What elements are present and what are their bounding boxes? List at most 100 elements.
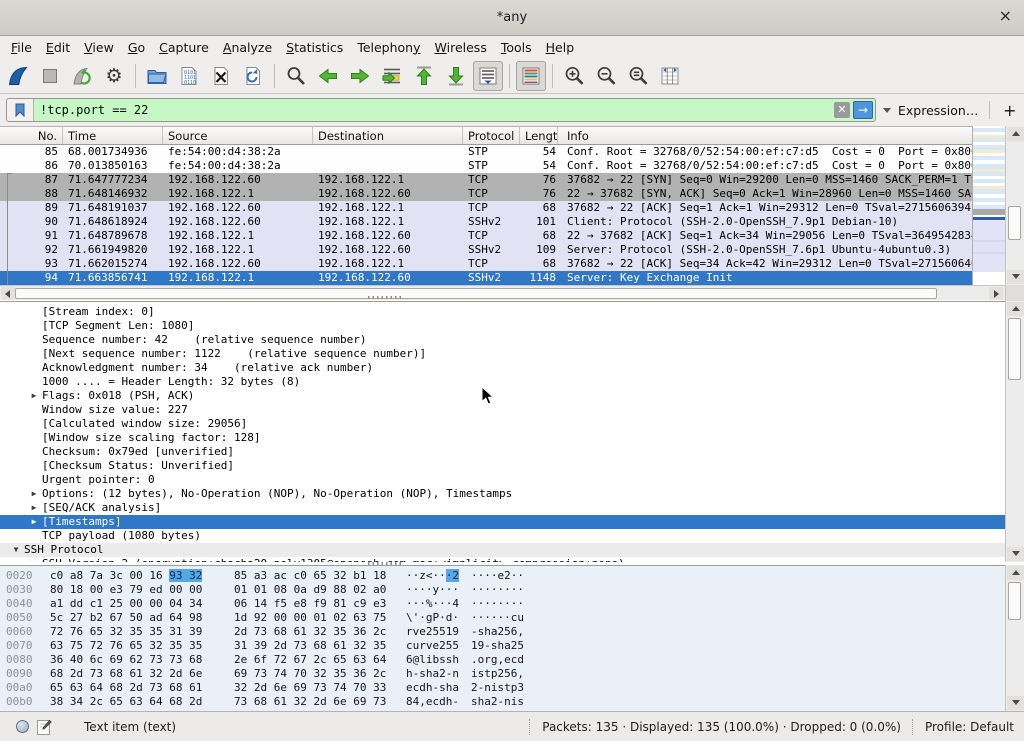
column-header-dst[interactable]: Destination <box>313 127 463 144</box>
menu-go[interactable]: Go <box>121 38 152 57</box>
capture-comment-icon[interactable] <box>37 719 52 735</box>
menu-analyze[interactable]: Analyze <box>216 38 279 57</box>
packet-row-90[interactable]: 9071.648618924192.168.122.60192.168.122.… <box>0 215 972 229</box>
title-bar[interactable]: *any × <box>0 0 1024 36</box>
hex-row-0020[interactable]: 0020c0 a8 7a 3c 00 16 93 3285 a3 ac c0 6… <box>0 569 1005 583</box>
scroll-down-icon[interactable] <box>1007 696 1024 710</box>
detail-line[interactable]: [Stream index: 0] <box>0 305 1005 319</box>
scroll-left-icon[interactable] <box>1 287 15 300</box>
close-file-button[interactable] <box>206 61 236 91</box>
filter-bookmark-button[interactable] <box>7 99 34 121</box>
filter-history-dropdown-icon[interactable] <box>883 108 891 113</box>
menu-help[interactable]: Help <box>539 38 582 57</box>
expander-closed-icon[interactable]: ▶ <box>26 515 42 529</box>
detail-line[interactable]: Acknowledgment number: 34 (relative ack … <box>0 361 1005 375</box>
packet-row-87[interactable]: 8771.647777234192.168.122.60192.168.122.… <box>0 173 972 187</box>
menu-edit[interactable]: Edit <box>39 38 77 57</box>
hex-row-0060[interactable]: 006072 76 65 32 35 35 31 392d 73 68 61 3… <box>0 625 1005 639</box>
zoom-original-button[interactable] <box>623 61 653 91</box>
expert-info-icon[interactable] <box>16 720 29 733</box>
packet-list-minimap[interactable] <box>972 126 1005 285</box>
resize-columns-button[interactable] <box>655 61 685 91</box>
hex-row-00a0[interactable]: 00a065 63 64 68 2d 73 68 6132 2d 6e 69 7… <box>0 681 1005 695</box>
packet-row-88[interactable]: 8871.648146932192.168.122.1192.168.122.6… <box>0 187 972 201</box>
hex-row-00b0[interactable]: 00b038 34 2c 65 63 64 68 2d73 68 61 32 2… <box>0 695 1005 709</box>
auto-scroll-button[interactable] <box>473 61 503 91</box>
column-header-time[interactable]: Time <box>63 127 163 144</box>
menu-wireless[interactable]: Wireless <box>428 38 494 57</box>
scroll-up-icon[interactable] <box>1007 302 1024 316</box>
detail-line[interactable]: [Checksum Status: Unverified] <box>0 459 1005 473</box>
packet-row-91[interactable]: 9171.648789678192.168.122.1192.168.122.6… <box>0 229 972 243</box>
scroll-right-icon[interactable] <box>989 287 1003 300</box>
hex-row-0070[interactable]: 007063 75 72 76 65 32 35 3531 39 2d 73 6… <box>0 639 1005 653</box>
capture-options-button[interactable]: ⚙ <box>99 61 129 91</box>
menu-view[interactable]: View <box>77 38 121 57</box>
scroll-up-icon[interactable] <box>1007 127 1024 141</box>
detail-line[interactable]: ▶SSH Version 2 (encryption:chacha20-poly… <box>0 557 1005 562</box>
packet-list-vscrollbar[interactable] <box>1005 126 1024 285</box>
column-header-no[interactable]: No. <box>0 127 63 144</box>
menu-capture[interactable]: Capture <box>152 38 216 57</box>
packet-row-89[interactable]: 8971.648191037192.168.122.60192.168.122.… <box>0 201 972 215</box>
scroll-thumb[interactable] <box>1008 582 1021 620</box>
hex-row-0040[interactable]: 0040a1 dd c1 25 00 00 04 3406 14 f5 e8 f… <box>0 597 1005 611</box>
detail-line[interactable]: TCP payload (1080 bytes) <box>0 529 1005 543</box>
scroll-thumb[interactable] <box>1008 318 1021 380</box>
packet-row-86[interactable]: 8670.013850163fe:54:00:d4:38:2aSTP54Conf… <box>0 159 972 173</box>
column-header-src[interactable]: Source <box>163 127 313 144</box>
column-header-info[interactable]: Info <box>558 127 972 144</box>
scroll-thumb[interactable] <box>15 288 937 299</box>
detail-line[interactable]: [Calculated window size: 29056] <box>0 417 1005 431</box>
find-packet-button[interactable] <box>281 61 311 91</box>
go-first-button[interactable] <box>409 61 439 91</box>
detail-line[interactable]: [TCP Segment Len: 1080] <box>0 319 1005 333</box>
menu-statistics[interactable]: Statistics <box>279 38 350 57</box>
expander-closed-icon[interactable]: ▶ <box>26 501 42 515</box>
packet-row-94[interactable]: 9471.663856741192.168.122.1192.168.122.6… <box>0 271 972 285</box>
scroll-down-icon[interactable] <box>1007 547 1024 561</box>
scroll-thumb[interactable] <box>1008 206 1021 240</box>
hex-row-0080[interactable]: 008036 40 6c 69 62 73 73 682e 6f 72 67 2… <box>0 653 1005 667</box>
filter-input[interactable]: !tcp.port == 22 <box>34 103 834 117</box>
start-capture-button[interactable] <box>3 61 33 91</box>
colorize-button[interactable] <box>516 61 546 91</box>
detail-line[interactable]: 1000 .... = Header Length: 32 bytes (8) <box>0 375 1005 389</box>
detail-line[interactable]: ▶Flags: 0x018 (PSH, ACK) <box>0 389 1005 403</box>
restart-capture-button[interactable] <box>67 61 97 91</box>
add-filter-button[interactable]: + <box>1001 101 1018 120</box>
filter-apply-button[interactable]: → <box>853 101 873 119</box>
go-forward-button[interactable] <box>345 61 375 91</box>
stop-capture-button[interactable] <box>35 61 65 91</box>
filter-clear-button[interactable]: ✕ <box>834 102 850 118</box>
profile-status[interactable]: Profile: Default <box>925 720 1014 734</box>
detail-line[interactable]: [Next sequence number: 1122 (relative se… <box>0 347 1005 361</box>
menu-tools[interactable]: Tools <box>494 38 539 57</box>
packet-row-92[interactable]: 9271.661949820192.168.122.1192.168.122.6… <box>0 243 972 257</box>
menu-file[interactable]: File <box>4 38 39 57</box>
zoom-out-button[interactable] <box>591 61 621 91</box>
go-last-button[interactable] <box>441 61 471 91</box>
display-filter-entry[interactable]: !tcp.port == 22 ✕ → <box>6 98 876 122</box>
detail-line[interactable]: Sequence number: 42 (relative sequence n… <box>0 333 1005 347</box>
expander-open-icon[interactable]: ▼ <box>8 543 24 557</box>
detail-line[interactable]: ▶[SEQ/ACK analysis] <box>0 501 1005 515</box>
expander-closed-icon[interactable]: ▶ <box>26 389 42 403</box>
packet-row-93[interactable]: 9371.662015274192.168.122.60192.168.122.… <box>0 257 972 271</box>
packet-list-hscrollbar[interactable] <box>0 285 1005 300</box>
scroll-up-icon[interactable] <box>1007 566 1024 580</box>
hex-row-0030[interactable]: 003080 18 00 e3 79 ed 00 0001 01 08 0a d… <box>0 583 1005 597</box>
detail-line[interactable]: ▶Options: (12 bytes), No-Operation (NOP)… <box>0 487 1005 501</box>
close-window-icon[interactable]: × <box>999 8 1012 24</box>
expression-button[interactable]: Expression… <box>898 103 978 118</box>
hex-row-0050[interactable]: 00505c 27 b2 67 50 ad 64 981d 92 00 00 0… <box>0 611 1005 625</box>
go-to-packet-button[interactable] <box>377 61 407 91</box>
go-back-button[interactable] <box>313 61 343 91</box>
detail-line[interactable]: ▶[Timestamps] <box>0 515 1005 529</box>
detail-line[interactable]: [Window size scaling factor: 128] <box>0 431 1005 445</box>
packet-row-85[interactable]: 8568.001734936fe:54:00:d4:38:2aSTP54Conf… <box>0 145 972 159</box>
detail-line[interactable]: Checksum: 0x79ed [unverified] <box>0 445 1005 459</box>
pane-splitter-handle[interactable] <box>368 296 402 299</box>
expander-closed-icon[interactable]: ▶ <box>26 557 42 562</box>
details-vscrollbar[interactable] <box>1005 301 1024 562</box>
